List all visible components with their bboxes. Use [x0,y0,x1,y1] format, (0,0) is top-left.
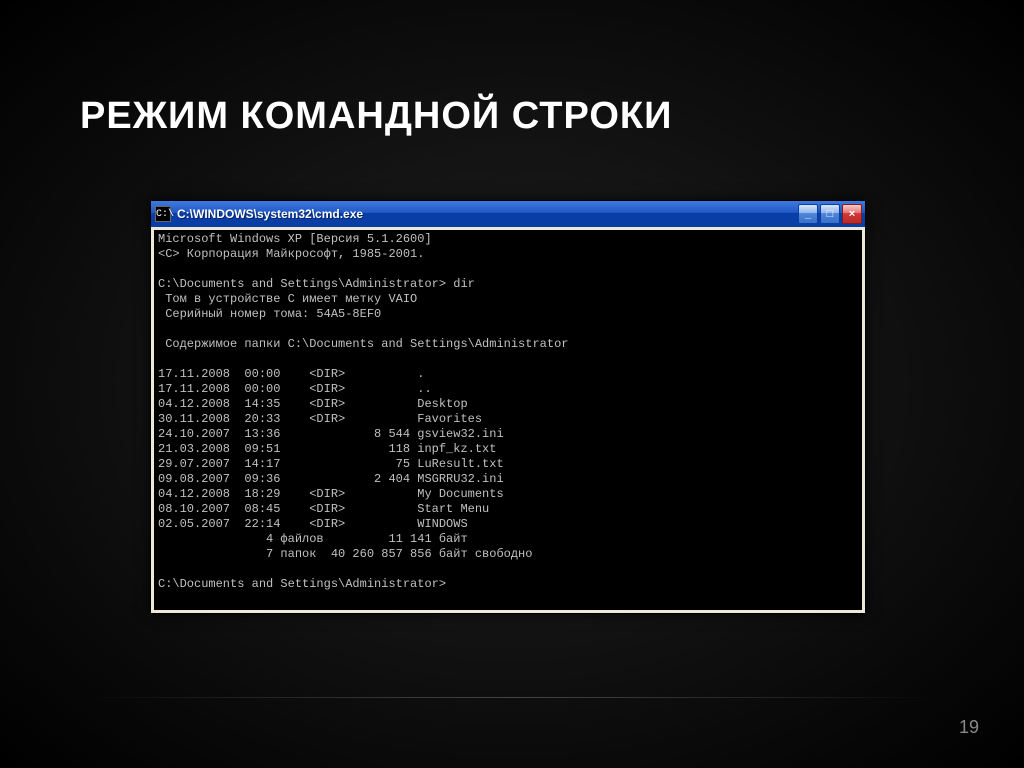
window-controls: _ □ × [798,204,862,224]
maximize-button[interactable]: □ [820,204,840,224]
slide-title: РЕЖИМ КОМАНДНОЙ СТРОКИ [80,95,672,138]
terminal-output[interactable]: Microsoft Windows XP [Версия 5.1.2600] <… [154,230,862,610]
slide-divider [80,697,944,698]
titlebar[interactable]: C:\ C:\WINDOWS\system32\cmd.exe _ □ × [151,201,865,227]
page-number: 19 [959,717,979,738]
window-title: C:\WINDOWS\system32\cmd.exe [177,207,798,221]
cmd-icon: C:\ [155,206,171,222]
cmd-window: C:\ C:\WINDOWS\system32\cmd.exe _ □ × Mi… [150,200,866,614]
minimize-button[interactable]: _ [798,204,818,224]
terminal-frame: Microsoft Windows XP [Версия 5.1.2600] <… [151,227,865,613]
close-button[interactable]: × [842,204,862,224]
